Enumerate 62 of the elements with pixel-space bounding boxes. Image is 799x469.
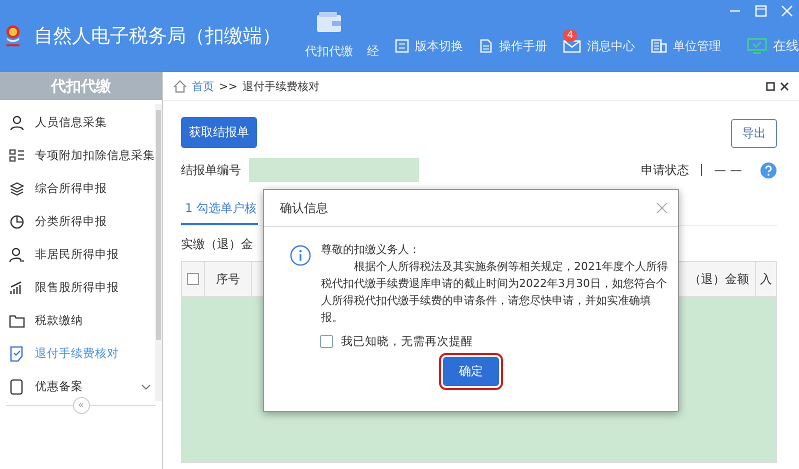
sidebar-header: 代扣代缴 [0, 72, 162, 100]
toolbar-button[interactable]: 操作手册 [479, 24, 547, 54]
menu-icon [9, 148, 25, 164]
step-tab[interactable]: 1 勾选单户核 [181, 194, 258, 225]
sidebar-item[interactable]: 人员信息采集 [0, 106, 155, 139]
building-icon [651, 39, 667, 53]
select-all-checkbox[interactable] [187, 273, 199, 285]
monitor-icon [747, 38, 767, 54]
help-icon[interactable] [760, 162, 777, 178]
column-header: （退）金额 [689, 270, 749, 288]
breadcrumb-current: 退付手续费核对 [242, 78, 320, 94]
sidebar-item[interactable]: 退付手续费核对 [0, 337, 155, 370]
sidebar-item[interactable]: 限售股所得申报 [0, 271, 155, 304]
sidebar-item[interactable]: 分类所得申报 [0, 205, 155, 238]
restore-icon[interactable] [766, 82, 775, 90]
collapse-button[interactable]: « [72, 397, 90, 414]
close-icon[interactable] [780, 82, 789, 90]
sidebar-item[interactable]: 专项附加扣除信息采集 [0, 139, 155, 172]
document-icon [479, 39, 493, 53]
maximize-icon[interactable] [755, 5, 767, 17]
notice-paragraph: 根据个人所得税法及其实施条例等相关规定，2021年度个人所得税代扣代缴手续费退库申请的截止时间为2022年3月30日，如您符合个人所得税代扣代缴手续费的申请条件，请您尽快申请，并如实准确填报。 [321, 259, 668, 326]
online-status[interactable]: 在线 [747, 24, 799, 54]
dialog-title: 确认信息 [280, 200, 328, 216]
home-icon [173, 80, 187, 92]
menu-icon [9, 114, 25, 130]
module-tab[interactable]: 代扣代缴 [305, 11, 353, 60]
column-header: 序号 [216, 270, 240, 288]
sidebar-item[interactable]: 税款缴纳 [0, 304, 155, 337]
menu-icon [9, 346, 25, 362]
field-label: 结报单编号 [181, 162, 241, 178]
amount-label: 实缴（退）金 [181, 236, 253, 253]
menu-icon [9, 246, 25, 262]
dont-remind-checkbox[interactable] [320, 335, 333, 348]
menu-icon [9, 180, 25, 196]
notification-badge: 4 [563, 28, 578, 42]
toolbar-button[interactable]: 版本切换 [395, 24, 463, 54]
home-link[interactable]: 首页 [192, 78, 214, 94]
menu-icon [9, 214, 25, 230]
toolbar-button[interactable]: 单位管理 [651, 24, 721, 54]
sidebar-item[interactable]: 综合所得申报 [0, 172, 155, 205]
greeting-text: 尊敬的扣缴义务人： [321, 242, 421, 258]
report-number-field[interactable] [249, 158, 419, 182]
wallet-icon [316, 11, 342, 33]
fetch-report-button[interactable]: 获取结报单 [181, 117, 257, 148]
breadcrumb-separator: >> [219, 80, 238, 92]
scrollbar[interactable] [155, 104, 162, 401]
checkbox-label: 我已知晓，无需再次提醒 [341, 334, 473, 349]
status-label: 申请状态 [641, 162, 690, 178]
status-value: — — [714, 163, 742, 177]
menu-icon [9, 312, 25, 328]
confirm-button[interactable]: 确定 [443, 357, 499, 386]
module-tab[interactable]: 经 [367, 43, 379, 60]
menu-icon [9, 378, 25, 394]
switch-icon [395, 39, 409, 53]
mail-icon [563, 40, 581, 52]
app-title: 自然人电子税务局（扣缴端） [34, 24, 281, 49]
column-header: 入 [760, 270, 772, 288]
info-icon [290, 245, 311, 266]
export-button[interactable]: 导出 [731, 119, 777, 148]
toolbar-button[interactable]: 4 消息中心 [563, 24, 635, 54]
chevron-icon [141, 384, 151, 390]
sidebar-item[interactable]: 非居民所得申报 [0, 238, 155, 271]
